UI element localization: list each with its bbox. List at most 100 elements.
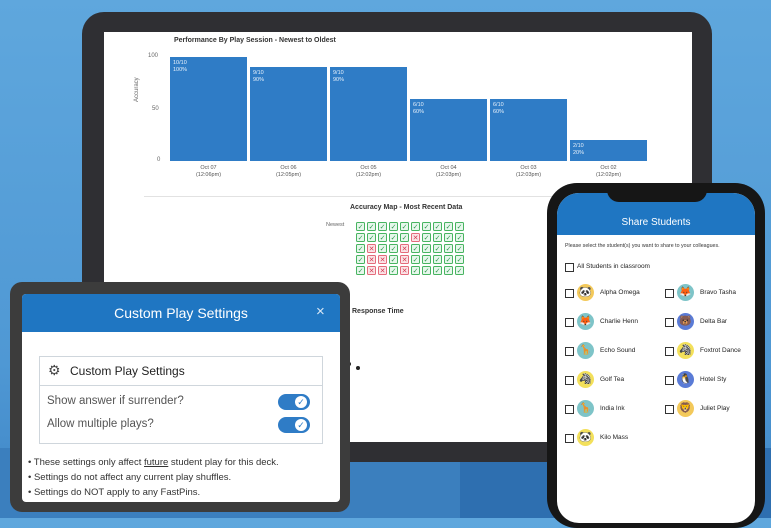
bar-data-label: 9/10 90% — [253, 70, 265, 84]
incorrect-cell: ✕ — [378, 266, 387, 275]
bar-data-label: 6/10 60% — [493, 101, 505, 115]
correct-cell: ✓ — [367, 233, 376, 242]
note-text: These settings only affect — [33, 457, 144, 468]
allow-multiple-plays-label: Allow multiple plays? — [47, 418, 154, 430]
note-text: Settings do NOT apply to any FastPins. — [33, 487, 201, 498]
incorrect-cell: ✕ — [400, 244, 409, 253]
correct-cell: ✓ — [444, 255, 453, 264]
correct-cell: ✓ — [411, 255, 420, 264]
student-name: Charlie Henn — [600, 318, 638, 325]
correct-cell: ✓ — [389, 255, 398, 264]
zebra-icon: 🦓 — [677, 342, 694, 359]
student-name: Echo Sound — [600, 347, 636, 354]
note-text: Settings do not affect any current play … — [33, 472, 232, 483]
x-tick-label: Oct 02 (12:02pm) — [595, 165, 622, 178]
student-checkbox[interactable] — [665, 318, 674, 327]
student-name: Kilo Mass — [600, 434, 629, 441]
note-text: student play for this deck. — [168, 457, 279, 468]
panda-icon: 🐼 — [577, 284, 594, 301]
correct-cell: ✓ — [433, 266, 442, 275]
correct-cell: ✓ — [433, 255, 442, 264]
settings-panel-header: ⚙ Custom Play Settings — [40, 357, 322, 386]
correct-cell: ✓ — [444, 244, 453, 253]
all-students-checkbox[interactable] — [565, 263, 574, 272]
incorrect-cell: ✕ — [367, 266, 376, 275]
student-name: Bravo Tasha — [700, 289, 737, 296]
performance-chart-ylabel: Accuracy — [134, 77, 140, 102]
correct-cell: ✓ — [444, 222, 453, 231]
correct-cell: ✓ — [455, 222, 464, 231]
correct-cell: ✓ — [356, 255, 365, 264]
student-checkbox[interactable] — [565, 376, 574, 385]
check-icon: ✓ — [295, 419, 307, 431]
correct-cell: ✓ — [444, 233, 453, 242]
student-checkbox[interactable] — [665, 376, 674, 385]
share-students-description: Please select the student(s) you want to… — [565, 243, 720, 249]
correct-cell: ✓ — [455, 266, 464, 275]
correct-cell: ✓ — [356, 244, 365, 253]
incorrect-cell: ✕ — [400, 255, 409, 264]
student-checkbox[interactable] — [565, 289, 574, 298]
correct-cell: ✓ — [422, 255, 431, 264]
gear-icon: ⚙ — [48, 362, 61, 378]
correct-cell: ✓ — [400, 222, 409, 231]
incorrect-cell: ✕ — [367, 244, 376, 253]
y-tick-label: 50 — [152, 106, 159, 112]
note-item: • Settings do not affect any current pla… — [28, 472, 232, 483]
correct-cell: ✓ — [356, 222, 365, 231]
phone-notch — [607, 186, 707, 202]
bar-data-label: 10/10 100% — [173, 60, 188, 73]
accuracy-map-title: Accuracy Map - Most Recent Data — [350, 204, 463, 211]
allow-multiple-plays-toggle[interactable]: ✓ — [278, 417, 310, 433]
student-name: Juliet Play — [700, 405, 730, 412]
show-answer-toggle[interactable]: ✓ — [278, 394, 310, 410]
giraffe-icon: 🦒 — [577, 400, 594, 417]
student-checkbox[interactable] — [665, 405, 674, 414]
x-tick-label: Oct 07 (12:06pm) — [195, 165, 222, 178]
share-students-title: Share Students — [621, 217, 691, 228]
correct-cell: ✓ — [389, 222, 398, 231]
response-time-title: Response Time — [352, 308, 404, 315]
modal-header: Custom Play Settings × — [22, 294, 340, 332]
bar-data-label: 6/10 60% — [413, 101, 425, 115]
x-tick-label: Oct 05 (12:02pm) — [355, 165, 382, 178]
student-checkbox[interactable] — [565, 318, 574, 327]
bar-data-label: 9/10 90% — [333, 70, 345, 84]
correct-cell: ✓ — [378, 244, 387, 253]
correct-cell: ✓ — [433, 244, 442, 253]
incorrect-cell: ✕ — [367, 255, 376, 264]
phone-screen: Share Students Please select the student… — [557, 193, 755, 523]
penguin-icon: 🐧 — [677, 371, 694, 388]
correct-cell: ✓ — [378, 222, 387, 231]
correct-cell: ✓ — [411, 244, 420, 253]
performance-chart-title: Performance By Play Session - Newest to … — [174, 37, 336, 44]
check-icon: ✓ — [295, 396, 307, 408]
newest-label: Newest — [326, 222, 345, 228]
student-checkbox[interactable] — [665, 347, 674, 356]
x-tick-label: Oct 03 (12:03pm) — [515, 165, 542, 178]
correct-cell: ✓ — [444, 266, 453, 275]
student-checkbox[interactable] — [565, 347, 574, 356]
student-name: Alpha Omega — [600, 289, 640, 296]
close-icon[interactable]: × — [316, 303, 325, 320]
y-tick-label: 0 — [157, 157, 161, 163]
x-tick-label: Oct 06 (12:05pm) — [275, 165, 302, 178]
student-checkbox[interactable] — [565, 434, 574, 443]
correct-cell: ✓ — [389, 244, 398, 253]
correct-cell: ✓ — [455, 233, 464, 242]
correct-cell: ✓ — [422, 222, 431, 231]
student-checkbox[interactable] — [565, 405, 574, 414]
student-name: Hotel Sty — [700, 376, 727, 383]
student-name: Golf Tea — [600, 376, 625, 383]
incorrect-cell: ✕ — [378, 255, 387, 264]
fox-icon: 🦊 — [677, 284, 694, 301]
incorrect-cell: ✕ — [411, 233, 420, 242]
note-item: • Settings do NOT apply to any FastPins. — [28, 487, 201, 498]
student-checkbox[interactable] — [665, 289, 674, 298]
note-item: • These settings only affect future stud… — [28, 457, 279, 468]
correct-cell: ✓ — [422, 266, 431, 275]
bar-data-label: 2/10 20% — [573, 143, 585, 157]
correct-cell: ✓ — [389, 266, 398, 275]
modal-title: Custom Play Settings — [114, 305, 248, 321]
lion-icon: 🦁 — [677, 400, 694, 417]
